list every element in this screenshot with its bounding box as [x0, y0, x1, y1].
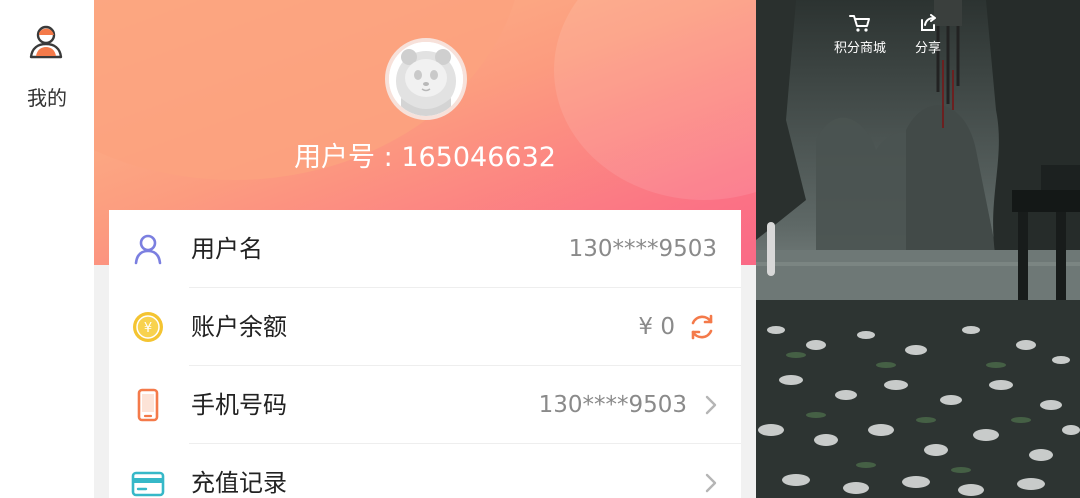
svg-text:¥: ¥ [144, 321, 152, 336]
username-row[interactable]: 用户名 130****9503 [109, 210, 741, 288]
recharge-history-label: 充值记录 [191, 469, 287, 497]
username-label: 用户名 [191, 235, 263, 263]
phone-label: 手机号码 [191, 391, 287, 419]
phone-icon [137, 388, 159, 422]
avatar[interactable] [385, 38, 467, 120]
scrollbar[interactable] [767, 222, 775, 276]
user-icon [134, 234, 162, 265]
chevron-right-icon [705, 473, 717, 493]
coin-icon: ¥ [133, 312, 163, 342]
share-icon [921, 14, 936, 31]
profile-icon [29, 25, 63, 59]
shopping-cart-icon [849, 15, 870, 32]
balance-row[interactable]: ¥ 账户余额 ¥ 0 [109, 288, 741, 366]
share-button[interactable]: 分享 [908, 14, 948, 56]
points-mall-button[interactable]: 积分商城 [828, 14, 892, 56]
points-mall-label: 积分商城 [833, 41, 886, 56]
left-rail: 我的 [0, 0, 94, 498]
panda-avatar-icon [389, 42, 463, 116]
share-label: 分享 [914, 41, 941, 56]
account-info-card: 用户名 130****9503 ¥ 账户余额 ¥ 0 手机号码 130****9… [109, 210, 741, 498]
tab-mine[interactable]: 我的 [0, 14, 94, 108]
username-value: 130****9503 [568, 236, 717, 262]
refresh-icon[interactable] [687, 312, 717, 342]
profile-panel: 用户号 : 165046632 用户名 130****9503 ¥ 账户余额 ¥… [94, 0, 756, 498]
game-scene-background: 积分商城 分享 [756, 0, 1080, 498]
phone-value: 130****9503 [538, 392, 687, 418]
user-id-text: 用户号 : 165046632 [294, 142, 556, 173]
tab-mine-label: 我的 [27, 86, 67, 110]
chevron-right-icon [705, 395, 717, 415]
misty-garden-scene-image [756, 0, 1080, 498]
card-icon [131, 471, 165, 497]
balance-label: 账户余额 [191, 313, 287, 341]
phone-row[interactable]: 手机号码 130****9503 [109, 366, 741, 444]
recharge-history-row[interactable]: 充值记录 [109, 444, 741, 498]
balance-value: ¥ 0 [638, 314, 675, 340]
